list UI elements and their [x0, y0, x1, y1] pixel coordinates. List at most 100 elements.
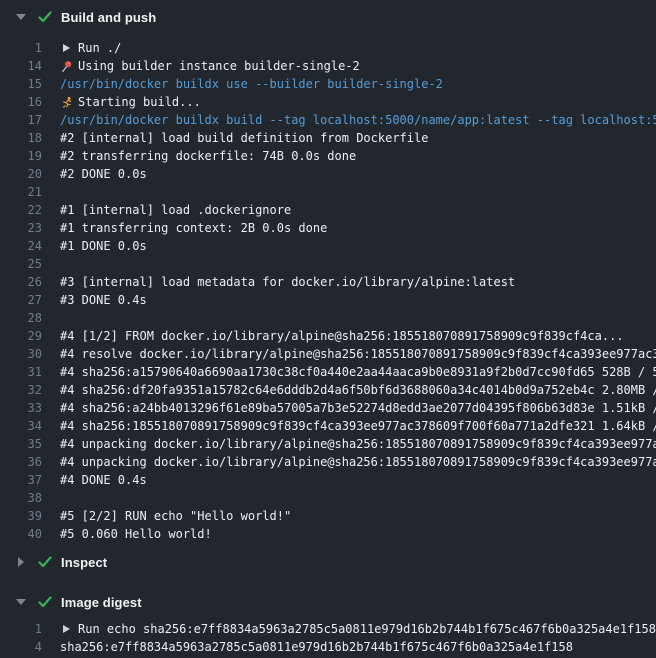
- log-line: 33 #4 sha256:a24bb4013296f61e89ba57005a7b…: [0, 399, 656, 417]
- line-number[interactable]: 30: [0, 345, 42, 363]
- log-text: #5 0.060 Hello world!: [60, 525, 212, 543]
- log-text: sha256:e7ff8834a5963a2785c5a0811e979d16b…: [60, 638, 573, 656]
- line-number[interactable]: 33: [0, 399, 42, 417]
- log-line: 23 #1 transferring context: 2B 0.0s done: [0, 219, 656, 237]
- line-number[interactable]: 37: [0, 471, 42, 489]
- log-text: #3 [internal] load metadata for docker.i…: [60, 273, 515, 291]
- line-number[interactable]: 4: [0, 638, 42, 656]
- pushpin-icon: [60, 59, 73, 73]
- log-text: #3 DONE 0.4s: [60, 291, 147, 309]
- log-line: 20 #2 DONE 0.0s: [0, 165, 656, 183]
- log-text: #2 [internal] load build definition from…: [60, 129, 428, 147]
- runner-icon: [60, 95, 73, 109]
- log-line: 31#4 sha256:a15790640a6690aa1730c38cf0a4…: [0, 363, 656, 381]
- log-line: 18 #2 [internal] load build definition fr…: [0, 129, 656, 147]
- line-number[interactable]: 1: [0, 620, 42, 638]
- line-number[interactable]: 27: [0, 291, 42, 309]
- section-title: Inspect: [61, 555, 107, 570]
- log-line: 37 #4 DONE 0.4s: [0, 471, 656, 489]
- check-icon: [38, 556, 52, 568]
- line-number[interactable]: 17: [0, 111, 42, 129]
- log-line-body: Run ./: [60, 39, 656, 57]
- log-line-body: [60, 309, 656, 327]
- log-line: 34 #4 sha256:185518070891758909c9f839cf4c…: [0, 417, 656, 435]
- log-line-body: [60, 255, 656, 273]
- line-number[interactable]: 40: [0, 525, 42, 543]
- section-title: Image digest: [61, 595, 142, 610]
- log-line-body: #4 resolve docker.io/library/alpine@sha2…: [60, 345, 656, 363]
- log-text: #1 transferring context: 2B 0.0s done: [60, 219, 327, 237]
- line-number[interactable]: 26: [0, 273, 42, 291]
- log-line: 15/usr/bin/docker buildx use --builder b…: [0, 75, 656, 93]
- line-number[interactable]: 34: [0, 417, 42, 435]
- line-number[interactable]: 23: [0, 219, 42, 237]
- play-icon[interactable]: [60, 622, 73, 636]
- log-line: 26 #3 [internal] load metadata for docker…: [0, 273, 656, 291]
- line-number[interactable]: 14: [0, 57, 42, 75]
- log-line-body: #3 [internal] load metadata for docker.i…: [60, 273, 656, 291]
- log-text: #4 DONE 0.4s: [60, 471, 147, 489]
- log-line-body: #4 sha256:df20fa9351a15782c64e6dddb2d4a6…: [60, 381, 656, 399]
- log-text: Run ./: [78, 39, 121, 57]
- log-text: #4 unpacking docker.io/library/alpine@sh…: [60, 453, 656, 471]
- log-line: 21: [0, 183, 656, 201]
- play-icon[interactable]: [60, 41, 73, 55]
- line-number[interactable]: 32: [0, 381, 42, 399]
- log-line-body: #3 DONE 0.4s: [60, 291, 656, 309]
- line-number[interactable]: 28: [0, 309, 42, 327]
- log-text: /usr/bin/docker buildx build --tag local…: [60, 111, 656, 129]
- line-number[interactable]: 36: [0, 453, 42, 471]
- line-number[interactable]: 24: [0, 237, 42, 255]
- log-section-inspect: Inspect: [0, 547, 656, 577]
- log-text: #4 [1/2] FROM docker.io/library/alpine@s…: [60, 327, 624, 345]
- log-line: 17/usr/bin/docker buildx build --tag loc…: [0, 111, 656, 129]
- line-number[interactable]: 39: [0, 507, 42, 525]
- log-line: 36 #4 unpacking docker.io/library/alpine@…: [0, 453, 656, 471]
- log-text: #4 sha256:a24bb4013296f61e89ba57005a7b3e…: [60, 399, 656, 417]
- log-line-body: #2 DONE 0.0s: [60, 165, 656, 183]
- log-line: 16 Starting build...: [0, 93, 656, 111]
- log-line: 38: [0, 489, 656, 507]
- log-text: #4 sha256:df20fa9351a15782c64e6dddb2d4a6…: [60, 381, 656, 399]
- line-number[interactable]: 35: [0, 435, 42, 453]
- log-line-body: /usr/bin/docker buildx build --tag local…: [60, 111, 656, 129]
- log-line: 19#2 transferring dockerfile: 74B 0.0s d…: [0, 147, 656, 165]
- log-line-body: Starting build...: [60, 93, 656, 111]
- log-line: 28: [0, 309, 656, 327]
- section-lines: 1Run ./14Using builder instance builder-…: [0, 34, 656, 547]
- log-text: #4 resolve docker.io/library/alpine@sha2…: [60, 345, 656, 363]
- line-number[interactable]: 18: [0, 129, 42, 147]
- line-number[interactable]: 25: [0, 255, 42, 273]
- log-line-body: #4 sha256:185518070891758909c9f839cf4ca3…: [60, 417, 656, 435]
- chevron-down-icon: [16, 599, 26, 605]
- line-number[interactable]: 19: [0, 147, 42, 165]
- log-line-body: sha256:e7ff8834a5963a2785c5a0811e979d16b…: [60, 638, 656, 656]
- log-line: 24 #1 DONE 0.0s: [0, 237, 656, 255]
- line-number[interactable]: 29: [0, 327, 42, 345]
- line-number[interactable]: 15: [0, 75, 42, 93]
- log-line-body: #2 [internal] load build definition from…: [60, 129, 656, 147]
- section-header-inspect[interactable]: Inspect: [0, 547, 656, 577]
- log-line: 25: [0, 255, 656, 273]
- log-line-body: #5 [2/2] RUN echo "Hello world!": [60, 507, 656, 525]
- log-line-body: [60, 183, 656, 201]
- log-line: 35 #4 unpacking docker.io/library/alpine@…: [0, 435, 656, 453]
- line-number[interactable]: 20: [0, 165, 42, 183]
- line-number[interactable]: 31: [0, 363, 42, 381]
- section-header-image-digest[interactable]: Image digest: [0, 587, 656, 617]
- log-line-body: #4 unpacking docker.io/library/alpine@sh…: [60, 435, 656, 453]
- log-text: #4 sha256:185518070891758909c9f839cf4ca3…: [60, 417, 656, 435]
- log-line-body: #4 sha256:a24bb4013296f61e89ba57005a7b3e…: [60, 399, 656, 417]
- line-number[interactable]: 22: [0, 201, 42, 219]
- line-number[interactable]: 16: [0, 93, 42, 111]
- section-header-build-and-push[interactable]: Build and push: [0, 0, 656, 34]
- log-line-body: #1 DONE 0.0s: [60, 237, 656, 255]
- line-number[interactable]: 38: [0, 489, 42, 507]
- line-number[interactable]: 1: [0, 39, 42, 57]
- log-line: 29 #4 [1/2] FROM docker.io/library/alpine…: [0, 327, 656, 345]
- log-line: 22#1 [internal] load .dockerignore: [0, 201, 656, 219]
- log-line-body: #4 [1/2] FROM docker.io/library/alpine@s…: [60, 327, 656, 345]
- log-text: Starting build...: [78, 93, 201, 111]
- line-number[interactable]: 21: [0, 183, 42, 201]
- log-line: 4 sha256:e7ff8834a5963a2785c5a0811e979d16…: [0, 638, 656, 656]
